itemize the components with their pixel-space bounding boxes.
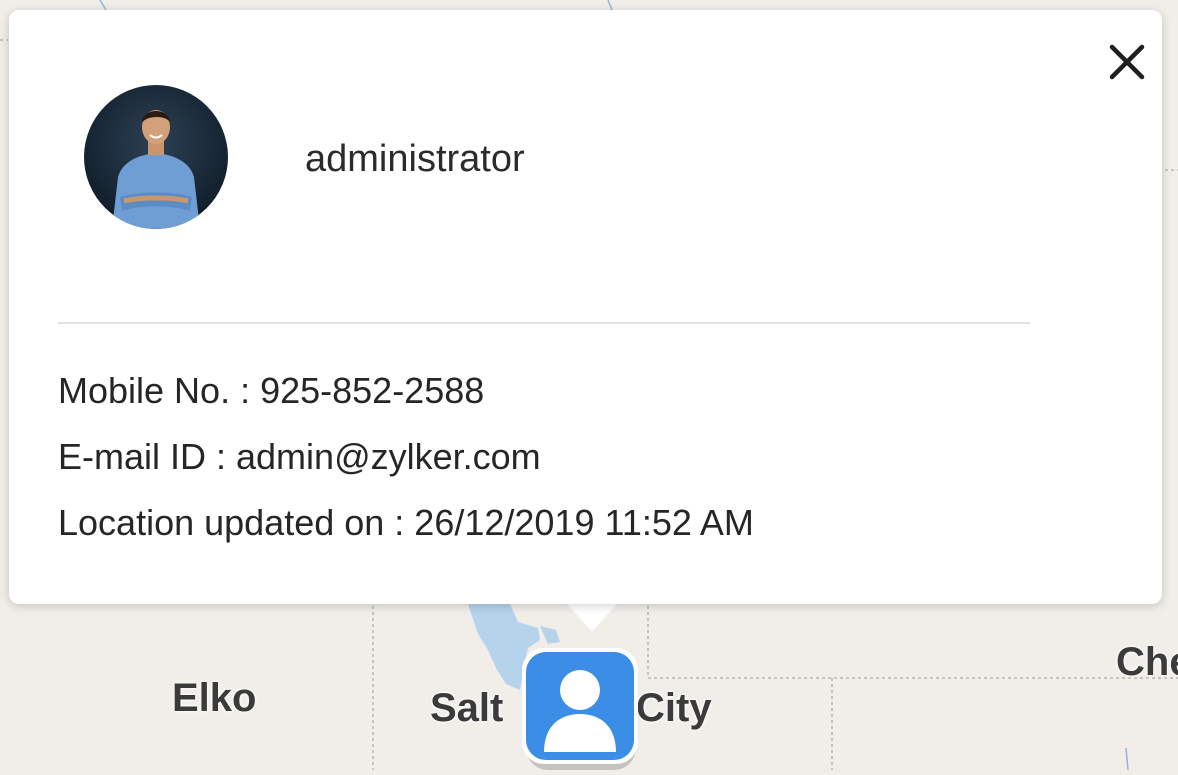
- map-label-city: City: [636, 686, 712, 730]
- user-avatar: [84, 85, 228, 229]
- close-icon: [1109, 44, 1145, 80]
- location-updated: Location updated on : 26/12/2019 11:52 A…: [58, 502, 754, 543]
- divider: [58, 322, 1030, 324]
- user-location-marker[interactable]: [520, 648, 640, 770]
- popup-arrow: [567, 604, 617, 632]
- close-button[interactable]: [1103, 38, 1151, 86]
- map-label-che: Che: [1116, 640, 1178, 684]
- user-info-popup: administrator Mobile No. : 925-852-2588 …: [9, 10, 1162, 604]
- person-icon: [522, 648, 638, 770]
- avatar-photo: [84, 85, 228, 229]
- email-id: E-mail ID : admin@zylker.com: [58, 436, 541, 477]
- map-label-elko: Elko: [172, 676, 257, 720]
- mobile-number: Mobile No. : 925-852-2588: [58, 370, 485, 411]
- user-name: administrator: [305, 138, 525, 180]
- map-label-salt: Salt: [430, 686, 504, 730]
